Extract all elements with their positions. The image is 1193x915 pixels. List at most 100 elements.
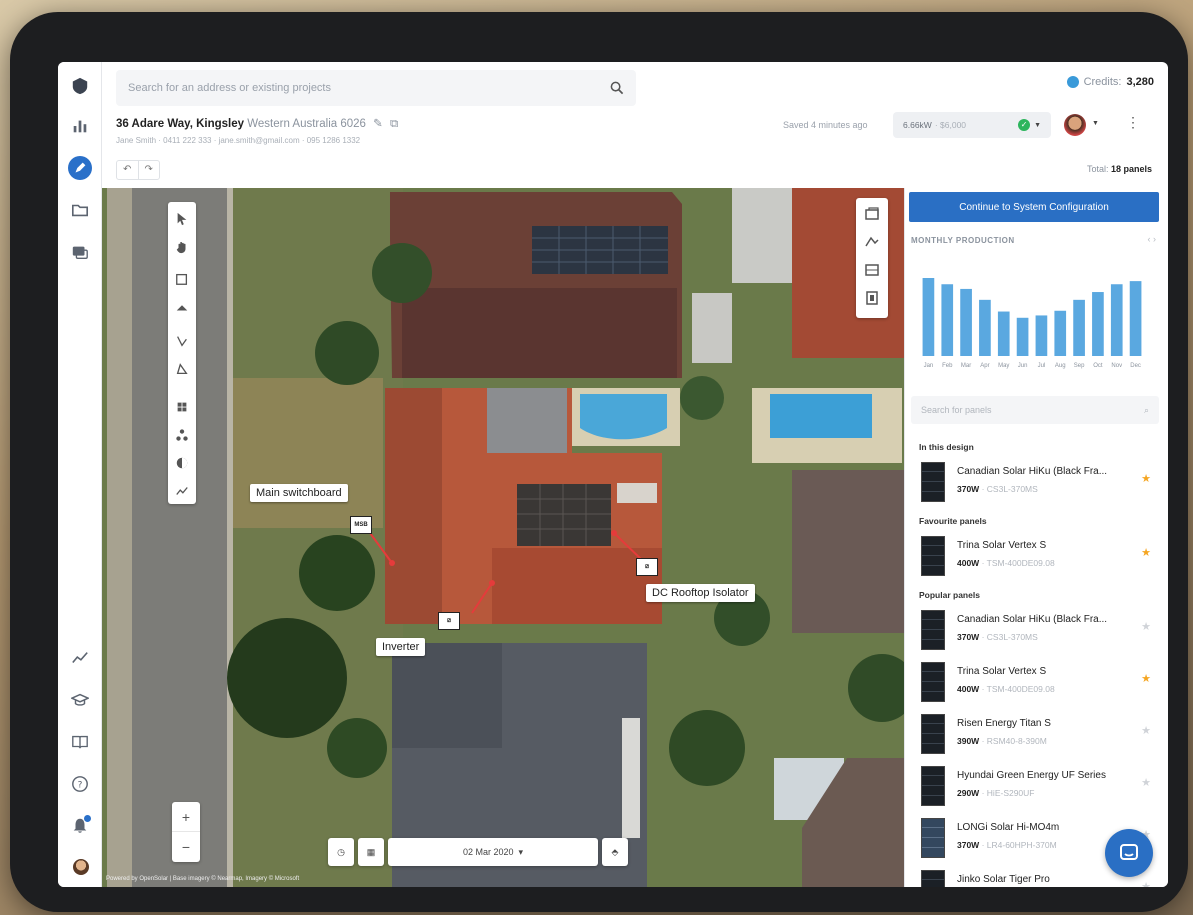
panel-thumbnail <box>921 462 945 502</box>
panel-model: · CS3L-370MS <box>981 484 1038 494</box>
panel-model: · CS3L-370MS <box>981 632 1038 642</box>
panel-spec: 370W · CS3L-370MS <box>957 484 1038 494</box>
panel-model: · TSM-400DE09.08 <box>981 684 1055 694</box>
favourite-star-icon[interactable]: ★ <box>1141 672 1151 685</box>
design-icon[interactable] <box>68 156 92 180</box>
panel-list-item[interactable]: Trina Solar Vertex S 400W · TSM-400DE09.0… <box>919 536 1155 580</box>
copy-address-icon[interactable]: ⧉ <box>390 118 398 130</box>
edit-address-icon[interactable]: ✎ <box>373 118 383 130</box>
production-bar-apr[interactable] <box>979 299 991 356</box>
production-bar-aug[interactable] <box>1054 310 1067 356</box>
production-bar-mar[interactable] <box>960 288 972 356</box>
production-bar-may[interactable] <box>997 311 1010 356</box>
panel-name: Canadian Solar HiKu (Black Fra... <box>957 614 1108 625</box>
dc-isolator-callout[interactable]: DC Rooftop Isolator <box>646 584 755 602</box>
undo-icon[interactable]: ↶ <box>117 161 139 179</box>
month-tick-label: Dec <box>1130 363 1141 369</box>
projects-folder-icon[interactable] <box>68 198 92 222</box>
inverter-callout[interactable]: Inverter <box>376 638 426 656</box>
panel-list-item[interactable]: Trina Solar Vertex S 400W · TSM-400DE09.0… <box>919 662 1155 706</box>
save-status: Saved 4 minutes ago <box>783 120 868 130</box>
production-bar-oct[interactable] <box>1092 292 1104 356</box>
panel-thumbnail <box>921 714 945 754</box>
panel-wattage: 290W <box>957 788 980 798</box>
search-icon[interactable] <box>610 81 624 95</box>
month-tick-label: Aug <box>1055 363 1066 369</box>
more-options-icon[interactable]: ⋮ <box>1126 114 1140 131</box>
panel-wattage: 370W <box>957 840 980 850</box>
favourite-star-icon[interactable]: ★ <box>1141 472 1151 485</box>
panel-thumbnail <box>921 610 945 650</box>
panel-name: Jinko Solar Tiger Pro <box>957 874 1050 885</box>
panel-name: Trina Solar Vertex S <box>957 666 1047 677</box>
isolator-marker-icon[interactable]: ⧄ <box>636 558 658 576</box>
zoom-in-icon[interactable]: + <box>172 802 200 832</box>
panel-search-input[interactable]: Search for panels ⌕ <box>911 396 1159 424</box>
total-value: 18 panels <box>1110 164 1152 174</box>
imagery-date-bar: ◷ ▦ 02 Mar 2020 ▾ ⬘ <box>328 838 628 866</box>
address-region: Western Australia 6026 <box>247 118 366 130</box>
production-bar-dec[interactable] <box>1129 281 1142 356</box>
app-logo-icon[interactable] <box>68 74 92 98</box>
msb-marker[interactable]: MSB <box>350 516 372 534</box>
production-bar-nov[interactable] <box>1110 284 1123 356</box>
month-tick-label: Jul <box>1038 363 1046 369</box>
panel-thumbnail <box>921 662 945 702</box>
undo-redo-group: ↶ ↷ <box>116 160 160 180</box>
inverter-marker-icon[interactable]: ⧄ <box>438 612 460 630</box>
production-bar-sep[interactable] <box>1073 299 1085 356</box>
favourite-star-icon[interactable]: ★ <box>1141 776 1151 789</box>
address-search-input[interactable]: Search for an address or existing projec… <box>128 82 610 94</box>
system-selector[interactable]: 6.66kW · $6,000 ✓ ▼ <box>893 112 1051 138</box>
panel-wattage: 370W <box>957 632 980 642</box>
zoom-out-icon[interactable]: − <box>172 832 200 862</box>
user-menu-chevron-icon[interactable]: ▼ <box>1092 120 1099 127</box>
user-avatar[interactable] <box>1064 114 1086 136</box>
panel-name: Hyundai Green Energy UF Series <box>957 770 1106 781</box>
imagery-date-select[interactable]: 02 Mar 2020 ▾ <box>388 838 598 866</box>
chat-support-button[interactable] <box>1105 829 1153 877</box>
section-in-design: In this design <box>919 442 974 452</box>
guide-book-icon[interactable] <box>68 730 92 754</box>
history-clock-icon[interactable]: ◷ <box>328 838 354 866</box>
customer-contact: Jane Smith · 0411 222 333 · jane.smith@g… <box>116 136 361 145</box>
panel-list-item[interactable]: Canadian Solar HiKu (Black Fra... 370W · … <box>919 610 1155 654</box>
monthly-production-chart: Jan Feb Mar Apr May Jun Jul Aug Sep Oct Nov Dec <box>922 278 1142 369</box>
production-bar-jul[interactable] <box>1035 315 1048 356</box>
continue-system-config-button[interactable]: Continue to System Configuration <box>909 192 1159 222</box>
dashboard-icon[interactable] <box>68 114 92 138</box>
main-switchboard-callout[interactable]: Main switchboard <box>250 484 348 502</box>
chart-nav-arrows-icon[interactable]: ‹ › <box>1148 234 1157 244</box>
date-chevron-icon: ▾ <box>518 846 524 857</box>
compass-icon[interactable]: ⬘ <box>602 838 628 866</box>
panel-list-item[interactable]: Canadian Solar HiKu (Black Fra... 370W · … <box>919 462 1155 506</box>
production-bar-jan[interactable] <box>922 278 935 356</box>
imagery-source-icon[interactable]: ▦ <box>358 838 384 866</box>
panel-list-item[interactable]: Risen Energy Titan S 390W · RSM40-8-390M ★ <box>919 714 1155 758</box>
panel-spec: 400W · TSM-400DE09.08 <box>957 558 1055 568</box>
panel-name: LONGi Solar Hi-MO4m <box>957 822 1060 833</box>
month-tick-label: Nov <box>1111 363 1122 369</box>
favourite-star-icon[interactable]: ★ <box>1141 724 1151 737</box>
app-screen: ? Search for an address or existing proj… <box>58 62 1168 887</box>
academy-icon[interactable] <box>68 688 92 712</box>
panel-model: · TSM-400DE09.08 <box>981 558 1055 568</box>
messages-icon[interactable] <box>68 240 92 264</box>
imagery-date: 02 Mar 2020 <box>462 847 514 857</box>
help-icon[interactable]: ? <box>68 772 92 796</box>
notifications-bell-icon[interactable] <box>68 814 92 838</box>
address-search-bar[interactable]: Search for an address or existing projec… <box>116 70 636 106</box>
analytics-icon[interactable] <box>68 646 92 670</box>
favourite-star-icon[interactable]: ★ <box>1141 546 1151 559</box>
notification-dot <box>84 815 91 822</box>
production-bar-feb[interactable] <box>941 284 954 356</box>
satellite-map[interactable]: Main switchboard MSB DC Rooftop Isolator… <box>102 188 904 887</box>
favourite-star-icon[interactable]: ★ <box>1141 880 1151 887</box>
rail-user-avatar[interactable] <box>73 859 89 875</box>
favourite-star-icon[interactable]: ★ <box>1141 620 1151 633</box>
production-bar-jun[interactable] <box>1016 317 1029 356</box>
panel-spec: 400W · TSM-400DE09.08 <box>957 684 1055 694</box>
panel-list-item[interactable]: Hyundai Green Energy UF Series 290W · HiE… <box>919 766 1155 810</box>
zoom-controls: + − <box>172 802 200 862</box>
redo-icon[interactable]: ↷ <box>139 161 160 179</box>
